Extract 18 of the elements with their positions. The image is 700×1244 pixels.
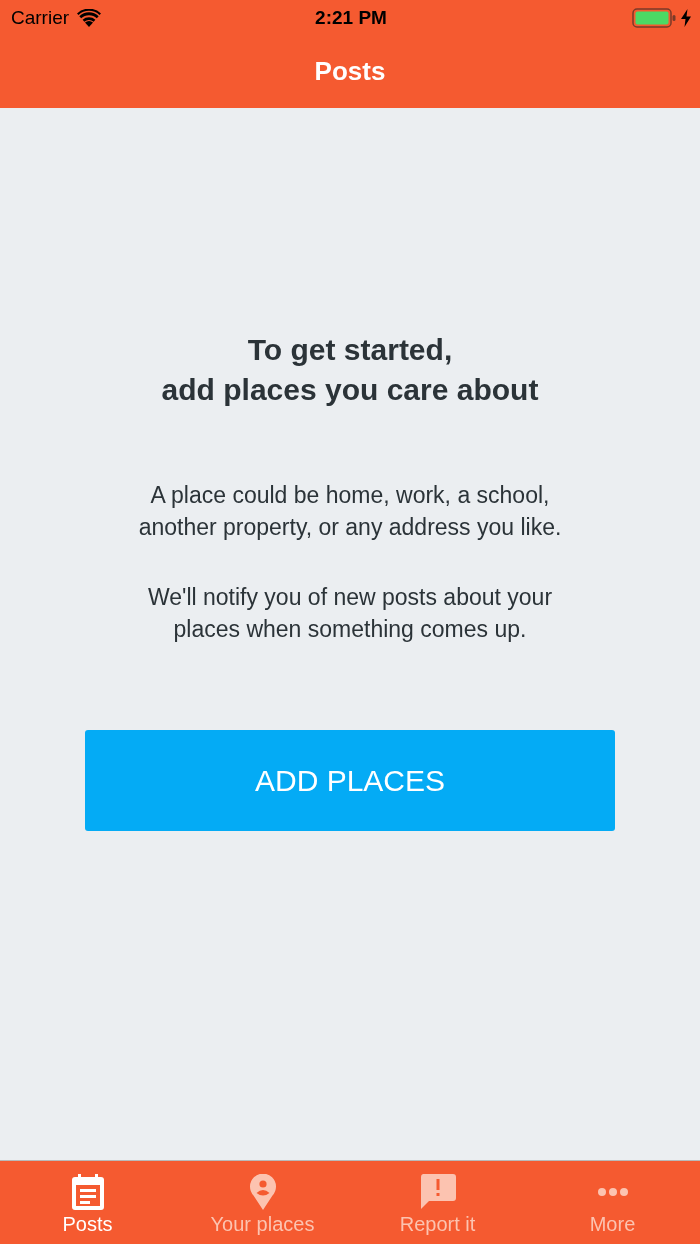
- wifi-icon: [77, 9, 102, 27]
- empty-state-title: To get started, add places you care about: [161, 332, 539, 408]
- status-time: 2:21 PM: [315, 7, 387, 29]
- alert-speech-bubble-icon: [419, 1174, 456, 1210]
- tab-bar-item[interactable]: Report it: [350, 1161, 525, 1244]
- tab-bar-item[interactable]: More: [525, 1161, 700, 1244]
- tab-bar-item[interactable]: Your places: [175, 1161, 350, 1244]
- tab-bar-item[interactable]: Posts: [0, 1161, 175, 1244]
- nav-title: Posts: [314, 55, 386, 87]
- carrier-name: Carrier: [11, 7, 70, 29]
- empty-state-text: We'll notify you of new posts about your places when something comes up.: [147, 583, 553, 644]
- calendar-icon: [71, 1174, 104, 1210]
- battery-icon: [632, 8, 676, 28]
- add-places-button[interactable]: ADD PLACES: [85, 730, 615, 831]
- map-pin-icon: [249, 1174, 276, 1210]
- empty-state-text: A place could be home, work, a school, another property, or any address you like.: [138, 481, 562, 542]
- more-dots-icon: [597, 1188, 628, 1196]
- lightning-icon: [681, 9, 691, 27]
